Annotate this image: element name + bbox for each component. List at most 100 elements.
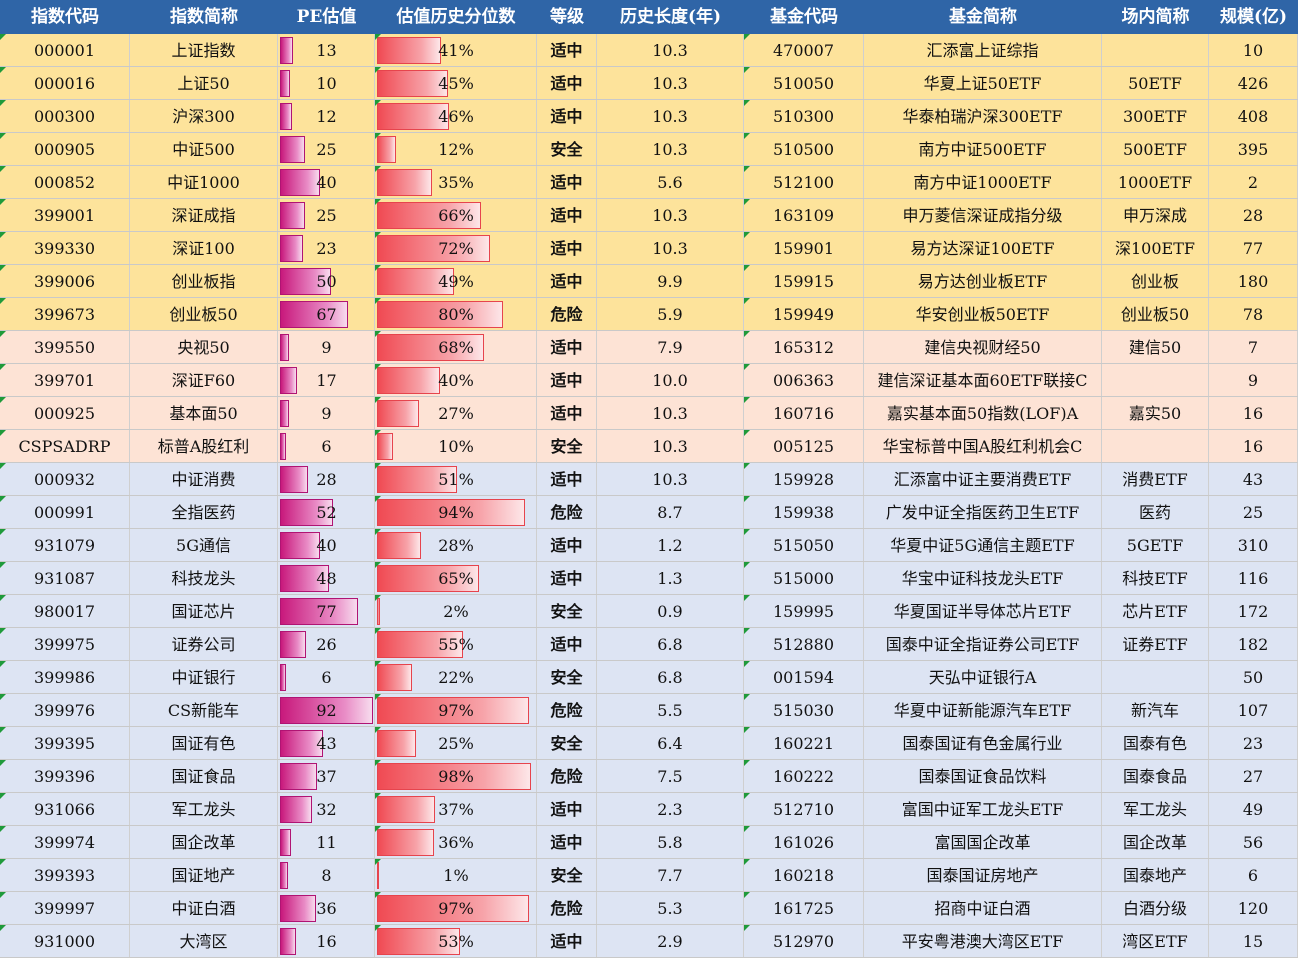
index-code-cell[interactable]: 399986 (0, 661, 130, 694)
level-cell[interactable]: 适中 (537, 925, 597, 958)
percentile-cell[interactable]: 51% (375, 463, 537, 496)
exchange-name-cell[interactable] (1102, 34, 1209, 67)
index-code-cell[interactable]: 931000 (0, 925, 130, 958)
percentile-cell[interactable]: 40% (375, 364, 537, 397)
index-code-cell[interactable]: 000905 (0, 133, 130, 166)
fund-name-cell[interactable]: 华夏国证半导体芯片ETF (864, 595, 1102, 628)
pe-cell[interactable]: 13 (278, 34, 375, 67)
level-cell[interactable]: 安全 (537, 859, 597, 892)
fund-name-cell[interactable]: 国泰国证有色金属行业 (864, 727, 1102, 760)
percentile-cell[interactable]: 80% (375, 298, 537, 331)
level-cell[interactable]: 适中 (537, 331, 597, 364)
percentile-cell[interactable]: 28% (375, 529, 537, 562)
fund-name-cell[interactable]: 汇添富上证综指 (864, 34, 1102, 67)
index-code-cell[interactable]: 000852 (0, 166, 130, 199)
percentile-cell[interactable]: 37% (375, 793, 537, 826)
level-cell[interactable]: 适中 (537, 232, 597, 265)
index-code-cell[interactable]: 000991 (0, 496, 130, 529)
percentile-cell[interactable]: 36% (375, 826, 537, 859)
years-cell[interactable]: 10.3 (597, 34, 744, 67)
pe-cell[interactable]: 32 (278, 793, 375, 826)
fund-code-cell[interactable]: 165312 (744, 331, 864, 364)
index-code-cell[interactable]: 399393 (0, 859, 130, 892)
percentile-cell[interactable]: 25% (375, 727, 537, 760)
fund-name-cell[interactable]: 国泰国证食品饮料 (864, 760, 1102, 793)
level-cell[interactable]: 适中 (537, 364, 597, 397)
pe-cell[interactable]: 8 (278, 859, 375, 892)
fund-name-cell[interactable]: 天弘中证银行A (864, 661, 1102, 694)
fund-code-cell[interactable]: 470007 (744, 34, 864, 67)
index-name-cell[interactable]: 国证地产 (130, 859, 278, 892)
fund-name-cell[interactable]: 华泰柏瑞沪深300ETF (864, 100, 1102, 133)
index-code-cell[interactable]: 000925 (0, 397, 130, 430)
exchange-name-cell[interactable]: 1000ETF (1102, 166, 1209, 199)
index-name-cell[interactable]: 创业板指 (130, 265, 278, 298)
years-cell[interactable]: 1.3 (597, 562, 744, 595)
percentile-cell[interactable]: 46% (375, 100, 537, 133)
level-cell[interactable]: 适中 (537, 67, 597, 100)
exchange-name-cell[interactable]: 新汽车 (1102, 694, 1209, 727)
years-cell[interactable]: 7.5 (597, 760, 744, 793)
years-cell[interactable]: 9.9 (597, 265, 744, 298)
pe-cell[interactable]: 36 (278, 892, 375, 925)
fund-name-cell[interactable]: 易方达创业板ETF (864, 265, 1102, 298)
index-code-cell[interactable]: 931066 (0, 793, 130, 826)
pe-cell[interactable]: 6 (278, 430, 375, 463)
index-name-cell[interactable]: 中证白酒 (130, 892, 278, 925)
level-cell[interactable]: 适中 (537, 826, 597, 859)
header-percentile[interactable]: 估值历史分位数 (375, 0, 537, 34)
exchange-name-cell[interactable]: 深100ETF (1102, 232, 1209, 265)
index-name-cell[interactable]: 基本面50 (130, 397, 278, 430)
level-cell[interactable]: 适中 (537, 100, 597, 133)
percentile-cell[interactable]: 2% (375, 595, 537, 628)
fund-name-cell[interactable]: 富国国企改革 (864, 826, 1102, 859)
pe-cell[interactable]: 37 (278, 760, 375, 793)
scale-cell[interactable]: 408 (1209, 100, 1298, 133)
scale-cell[interactable]: 182 (1209, 628, 1298, 661)
fund-name-cell[interactable]: 国泰国证房地产 (864, 859, 1102, 892)
index-code-cell[interactable]: 931087 (0, 562, 130, 595)
fund-code-cell[interactable]: 510500 (744, 133, 864, 166)
pe-cell[interactable]: 23 (278, 232, 375, 265)
fund-code-cell[interactable]: 001594 (744, 661, 864, 694)
fund-code-cell[interactable]: 160222 (744, 760, 864, 793)
scale-cell[interactable]: 426 (1209, 67, 1298, 100)
level-cell[interactable]: 危险 (537, 694, 597, 727)
pe-cell[interactable]: 25 (278, 133, 375, 166)
fund-name-cell[interactable]: 华夏中证5G通信主题ETF (864, 529, 1102, 562)
pe-cell[interactable]: 48 (278, 562, 375, 595)
fund-code-cell[interactable]: 510050 (744, 67, 864, 100)
level-cell[interactable]: 适中 (537, 34, 597, 67)
percentile-cell[interactable]: 68% (375, 331, 537, 364)
scale-cell[interactable]: 25 (1209, 496, 1298, 529)
fund-code-cell[interactable]: 006363 (744, 364, 864, 397)
pe-cell[interactable]: 50 (278, 265, 375, 298)
years-cell[interactable]: 10.3 (597, 100, 744, 133)
index-name-cell[interactable]: 沪深300 (130, 100, 278, 133)
index-name-cell[interactable]: 中证银行 (130, 661, 278, 694)
index-name-cell[interactable]: CS新能车 (130, 694, 278, 727)
level-cell[interactable]: 安全 (537, 661, 597, 694)
scale-cell[interactable]: 43 (1209, 463, 1298, 496)
years-cell[interactable]: 10.3 (597, 463, 744, 496)
exchange-name-cell[interactable]: 国企改革 (1102, 826, 1209, 859)
scale-cell[interactable]: 120 (1209, 892, 1298, 925)
fund-code-cell[interactable]: 512100 (744, 166, 864, 199)
exchange-name-cell[interactable]: 300ETF (1102, 100, 1209, 133)
fund-code-cell[interactable]: 160218 (744, 859, 864, 892)
index-code-cell[interactable]: 399673 (0, 298, 130, 331)
percentile-cell[interactable]: 65% (375, 562, 537, 595)
years-cell[interactable]: 5.6 (597, 166, 744, 199)
index-code-cell[interactable]: 000001 (0, 34, 130, 67)
pe-cell[interactable]: 10 (278, 67, 375, 100)
level-cell[interactable]: 适中 (537, 562, 597, 595)
header-years[interactable]: 历史长度(年) (597, 0, 744, 34)
exchange-name-cell[interactable]: 消费ETF (1102, 463, 1209, 496)
fund-name-cell[interactable]: 申万菱信深证成指分级 (864, 199, 1102, 232)
fund-name-cell[interactable]: 华宝标普中国A股红利机会C (864, 430, 1102, 463)
exchange-name-cell[interactable]: 申万深成 (1102, 199, 1209, 232)
level-cell[interactable]: 适中 (537, 166, 597, 199)
years-cell[interactable]: 10.3 (597, 430, 744, 463)
index-name-cell[interactable]: 深证100 (130, 232, 278, 265)
fund-code-cell[interactable]: 515000 (744, 562, 864, 595)
